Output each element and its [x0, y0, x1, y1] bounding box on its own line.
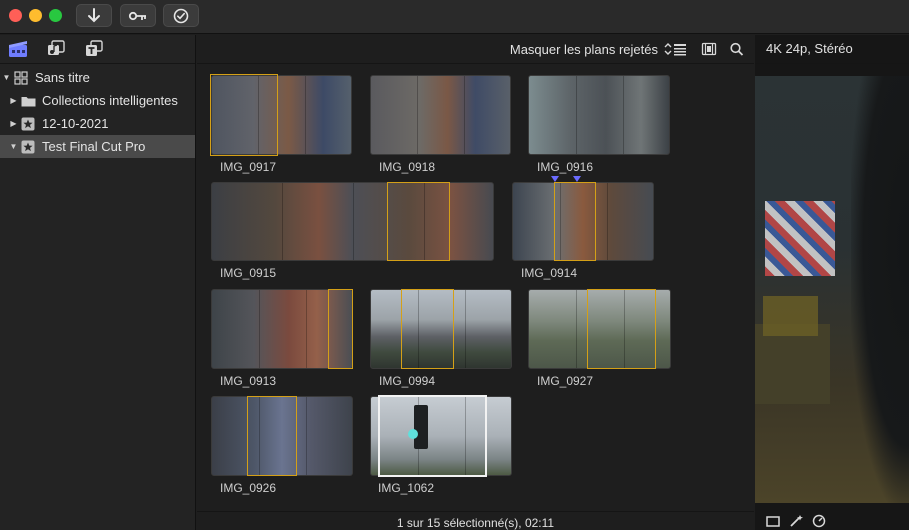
clip-name: IMG_0926: [220, 481, 277, 495]
import-icon: [88, 7, 100, 22]
clip-name: IMG_0916: [537, 160, 594, 174]
crop-icon[interactable]: [765, 514, 783, 528]
zoom-window-button[interactable]: [49, 9, 62, 22]
clip-thumbnail[interactable]: [528, 75, 670, 155]
clip-thumbnail[interactable]: [370, 75, 511, 155]
selection-range: [387, 182, 450, 261]
minimize-window-button[interactable]: [29, 9, 42, 22]
disclosure-expanded-icon[interactable]: ▼: [9, 142, 18, 152]
viewer-bottom-toolbar: [755, 511, 909, 530]
libraries-icon: [9, 41, 27, 57]
browser-toolbar: Masquer les plans rejetés: [197, 35, 754, 64]
marker-icon[interactable]: [573, 176, 581, 182]
sidebar-item-label: Test Final Cut Pro: [42, 139, 146, 154]
titles-generators-button[interactable]: [83, 39, 105, 59]
clip-name: IMG_0918: [379, 160, 436, 174]
clip-name: IMG_1062: [378, 481, 435, 495]
sidebar-item-label: 12-10-2021: [42, 116, 109, 131]
playback-speed-icon[interactable]: [811, 514, 827, 528]
sidebar-item-smart-collections[interactable]: ▶ Collections intelligentes: [0, 89, 195, 112]
filmstrip-view-icon[interactable]: [701, 42, 717, 56]
selection-status: 1 sur 15 sélectionné(s), 02:11: [197, 511, 754, 530]
clip-name: IMG_0917: [220, 160, 277, 174]
clip-filter-menu[interactable]: Masquer les plans rejetés: [510, 42, 658, 57]
folder-icon: [20, 93, 36, 109]
list-view-icon[interactable]: [672, 42, 688, 56]
background-tasks-icon: [173, 8, 189, 23]
title-bar: [0, 0, 909, 34]
viewer-format-label: 4K 24p, Stéréo: [755, 35, 909, 64]
viewer: 4K 24p, Stéréo: [755, 35, 909, 530]
keywords-icon: [128, 11, 146, 20]
clip-name: IMG_0927: [537, 374, 594, 388]
selection-range: [328, 289, 353, 369]
close-window-button[interactable]: [9, 9, 22, 22]
event-star-icon: [20, 139, 36, 155]
sidebar-item-library[interactable]: ▼ Sans titre: [0, 66, 195, 89]
photos-audio-button[interactable]: [45, 39, 67, 59]
disclosure-expanded-icon[interactable]: ▼: [2, 73, 11, 83]
selection-range: [401, 289, 454, 369]
disclosure-collapsed-icon[interactable]: ▶: [9, 96, 18, 106]
sidebar-item-label: Collections intelligentes: [42, 93, 178, 108]
clip-name: IMG_0994: [379, 374, 436, 388]
clip-browser: Masquer les plans rejetés IMG_0917 IMG_0…: [197, 35, 754, 530]
search-icon[interactable]: [729, 42, 745, 56]
marker-icon[interactable]: [551, 176, 559, 182]
clip-name: IMG_0913: [220, 374, 277, 388]
selection-range: [210, 74, 278, 156]
sidebar-item-event-test-final-cut-pro[interactable]: ▼ Test Final Cut Pro: [0, 135, 195, 158]
enhance-wand-icon[interactable]: [789, 514, 805, 528]
clip-name: IMG_0914: [521, 266, 578, 280]
titles-generators-icon: [86, 40, 103, 56]
library-icon: [13, 70, 29, 86]
sidebar-item-label: Sans titre: [35, 70, 90, 85]
photos-audio-icon: [48, 40, 65, 55]
libraries-sidebar: ▼ Sans titre ▶ Collections intelligentes…: [0, 35, 196, 530]
clip-grid: IMG_0917 IMG_0918 IMG_0916 IMG_0915 IMG_…: [197, 65, 754, 511]
clip-name: IMG_0915: [220, 266, 277, 280]
background-tasks-button[interactable]: [163, 4, 199, 27]
selection-range: [247, 396, 297, 476]
import-button[interactable]: [76, 4, 112, 27]
libraries-button[interactable]: [7, 39, 29, 59]
disclosure-collapsed-icon[interactable]: ▶: [9, 119, 18, 129]
event-star-icon: [20, 116, 36, 132]
sidebar-item-event-12-10-2021[interactable]: ▶ 12-10-2021: [0, 112, 195, 135]
skimmer-selection: [378, 395, 487, 477]
clip-thumbnail[interactable]: [211, 182, 494, 261]
keywords-button[interactable]: [120, 4, 156, 27]
viewer-frame[interactable]: [755, 76, 909, 503]
selection-range: [554, 182, 596, 261]
selection-range: [587, 289, 656, 369]
sidebar-toolbar: [0, 35, 195, 64]
